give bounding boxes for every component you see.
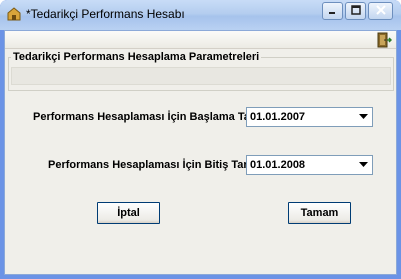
- start-date-picker[interactable]: 01.01.2007: [246, 107, 373, 127]
- chevron-down-icon[interactable]: [356, 158, 370, 172]
- close-button[interactable]: [368, 2, 393, 20]
- parameters-group-label: Tedarikçi Performans Hesaplama Parametre…: [11, 51, 262, 63]
- title-bar[interactable]: *Tedarikçi Performans Hesabı: [0, 0, 401, 30]
- window-title: *Tedarikçi Performans Hesabı: [26, 7, 185, 21]
- end-date-label: Performans Hesaplaması İçin Bitiş Tarihi: [48, 159, 261, 171]
- minimize-icon: [328, 5, 338, 18]
- client-area: Tedarikçi Performans Hesaplama Parametre…: [4, 30, 397, 275]
- chevron-down-icon[interactable]: [356, 110, 370, 124]
- maximize-icon: [350, 4, 361, 18]
- close-icon: [375, 4, 386, 18]
- parameters-strip: [11, 67, 391, 85]
- ok-button[interactable]: Tamam: [288, 202, 351, 224]
- app-window-icon: [6, 6, 22, 22]
- start-date-label: Performans Hesaplaması İçin Başlama Tari…: [33, 111, 267, 123]
- toolbar: [5, 31, 396, 49]
- exit-door-icon[interactable]: [376, 32, 393, 48]
- minimize-button[interactable]: [322, 2, 343, 20]
- maximize-button[interactable]: [345, 2, 366, 20]
- app-window: *Tedarikçi Performans Hesabı Tedarikçi P…: [0, 0, 401, 279]
- cancel-button[interactable]: İptal: [97, 202, 160, 224]
- end-date-value: 01.01.2008: [250, 159, 306, 171]
- start-date-value: 01.01.2007: [250, 111, 306, 123]
- end-date-picker[interactable]: 01.01.2008: [246, 155, 373, 175]
- parameters-group: Tedarikçi Performans Hesaplama Parametre…: [8, 51, 394, 91]
